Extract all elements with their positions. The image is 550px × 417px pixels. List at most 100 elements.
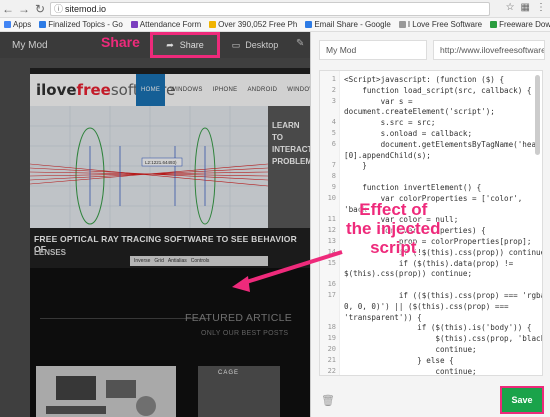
- bookmark-label: Email Share - Google: [314, 20, 391, 29]
- bookmark-item[interactable]: I Love Free Software: [398, 20, 483, 29]
- code-line: function invertElement() {: [344, 183, 482, 192]
- site-nav-android[interactable]: ANDROID: [242, 74, 282, 106]
- bookmark-item[interactable]: Freeware Download: [490, 20, 550, 29]
- bookmark-item[interactable]: Apps: [4, 20, 31, 29]
- bookmark-label: Over 390,052 Free Ph: [218, 20, 298, 29]
- share-annotation: Share: [101, 34, 140, 50]
- code-line: function load_script(src, callback) {: [344, 85, 532, 95]
- hero-title-line-2[interactable]: LENSES: [34, 248, 66, 257]
- line-number: 15: [327, 258, 336, 267]
- code-line: continue;: [344, 366, 477, 376]
- article-thumbnail-2[interactable]: CAGE: [198, 366, 280, 417]
- trash-icon[interactable]: 🗑: [321, 394, 335, 407]
- line-number: 4: [331, 118, 336, 127]
- site-nav-home[interactable]: HOME: [136, 74, 166, 106]
- hero-side-panel[interactable]: LEARN TO INTERACT PROBLEM: [268, 106, 310, 228]
- code-line: document.getElementsByTagName('head'): [344, 139, 543, 149]
- bookmark-item[interactable]: Email Share - Google: [305, 20, 391, 29]
- pencil-icon[interactable]: ✎: [296, 38, 304, 49]
- bookmark-icon: [398, 21, 406, 28]
- tool-controls[interactable]: Controls: [191, 258, 210, 264]
- line-number: 20: [327, 345, 336, 353]
- line-number: 21: [327, 355, 336, 364]
- bookmark-icon: [305, 21, 313, 28]
- bookmark-icon: [130, 21, 138, 28]
- line-number: 3: [331, 96, 336, 105]
- line-number: 19: [327, 334, 336, 343]
- extension-icon[interactable]: ▦: [521, 2, 530, 13]
- article-thumbnail-1[interactable]: [36, 366, 176, 417]
- tool-grid[interactable]: Grid: [154, 258, 163, 264]
- effect-annotation-line-2: the injected: [346, 219, 441, 238]
- effect-annotation-line-1: Effect of: [359, 200, 428, 219]
- thumbnail-caption: CAGE: [218, 370, 240, 376]
- bookmark-item[interactable]: Over 390,052 Free Ph: [209, 20, 297, 29]
- info-icon: ⓘ: [54, 4, 64, 14]
- site-logo[interactable]: ilovefreesoftware: [36, 81, 175, 99]
- bookmark-item[interactable]: Attendance Form: [130, 20, 202, 29]
- bookmark-label: I Love Free Software: [407, 20, 483, 29]
- code-line: if ($(this).is('body')) {: [344, 323, 532, 333]
- code-line: if ($(this).data(prop) !=: [344, 258, 514, 268]
- bookmark-label: Attendance Form: [139, 20, 202, 29]
- preview-website: ilovefreesoftware HOME WINDOWS IPHONE AN…: [30, 68, 310, 417]
- featured-heading: FEATURED ARTICLE: [185, 312, 293, 324]
- bookmark-label: Finalized Topics - Go: [48, 20, 123, 29]
- code-line: s.src = src;: [344, 118, 436, 128]
- line-number: 13: [327, 237, 336, 245]
- mod-name-field[interactable]: My Mod: [319, 40, 427, 60]
- site-nav: ilovefreesoftware HOME WINDOWS IPHONE AN…: [30, 74, 310, 125]
- code-line: } else {: [344, 355, 454, 365]
- tool-antialias[interactable]: Antialias: [168, 258, 187, 264]
- share-highlight-box: [150, 32, 220, 58]
- code-line: <Script>javascript: (function ($) {: [344, 75, 505, 84]
- line-number: 7: [331, 161, 336, 170]
- electronics-image: [36, 366, 176, 417]
- code-line: $(this).css(prop)) continue;: [344, 269, 473, 279]
- featured-subheading: ONLY OUR BEST POSTS: [201, 330, 289, 337]
- tool-inverse[interactable]: Inverse: [134, 258, 150, 264]
- url-field[interactable]: http://www.ilovefreesoftware: [433, 40, 545, 60]
- bookmark-icon: [39, 21, 47, 28]
- line-number: 12: [327, 226, 336, 235]
- line-number-gutter: 1 2 3 4 5 6 7 8 9 10 11 12 13 14 15 16 17 18 19 20 21 22: [320, 71, 340, 375]
- desktop-button[interactable]: ▭ Desktop: [226, 35, 284, 55]
- line-number: 10: [327, 193, 336, 202]
- line-number: 18: [327, 323, 336, 332]
- code-line: var s =: [344, 96, 413, 106]
- code-line: 0, 0, 0)') || ($(this).css(prop) ===: [344, 301, 509, 311]
- menu-icon[interactable]: ⋮: [536, 2, 546, 13]
- effect-annotation: Effect of the injected script: [346, 200, 440, 257]
- site-nav-windows10[interactable]: WINDOWS 10: [282, 74, 310, 125]
- site-nav-windows[interactable]: WINDOWS: [165, 74, 207, 106]
- bookmark-icon: [4, 21, 11, 28]
- site-preview: ilovefreesoftware HOME WINDOWS IPHONE AN…: [0, 58, 310, 417]
- line-number: 17: [327, 291, 336, 299]
- hero-side-text: LEARN TO INTERACT PROBLEM: [272, 121, 310, 166]
- address-bar[interactable]: ⓘ sitemod.io: [50, 2, 490, 16]
- line-number: 5: [331, 129, 336, 137]
- back-icon[interactable]: ←: [0, 1, 16, 17]
- code-line: $(this).css(prop, 'black');: [344, 334, 543, 344]
- bookmark-label: Apps: [13, 20, 32, 29]
- line-number: 6: [331, 139, 336, 148]
- line-number: 22: [327, 366, 336, 375]
- code-line: document.createElement('script');: [344, 107, 495, 117]
- hero-image[interactable]: L2:1221.64493): [30, 106, 268, 228]
- ray-tracing-image: L2:1221.64493): [30, 106, 268, 228]
- hero-title[interactable]: FREE OPTICAL RAY TRACING SOFTWARE TO SEE…: [34, 234, 310, 254]
- star-icon[interactable]: ☆: [506, 2, 515, 13]
- save-button[interactable]: Save: [500, 386, 544, 414]
- line-number: 8: [331, 172, 336, 181]
- bookmark-icon: [490, 21, 498, 28]
- code-line: if (($(this).css(prop) === 'rgba(0,: [344, 291, 543, 300]
- reload-icon[interactable]: ↻: [32, 1, 48, 17]
- code-line: }: [344, 161, 367, 171]
- line-number: 2: [331, 85, 336, 94]
- site-nav-iphone[interactable]: IPHONE: [208, 74, 243, 106]
- bookmark-item[interactable]: Finalized Topics - Go: [39, 20, 123, 29]
- hero-coordinate-label: L2:1221.64493): [145, 160, 177, 165]
- logo-part-1: ilove: [36, 81, 77, 99]
- forward-icon[interactable]: →: [16, 1, 32, 17]
- code-scrollbar[interactable]: [535, 75, 540, 155]
